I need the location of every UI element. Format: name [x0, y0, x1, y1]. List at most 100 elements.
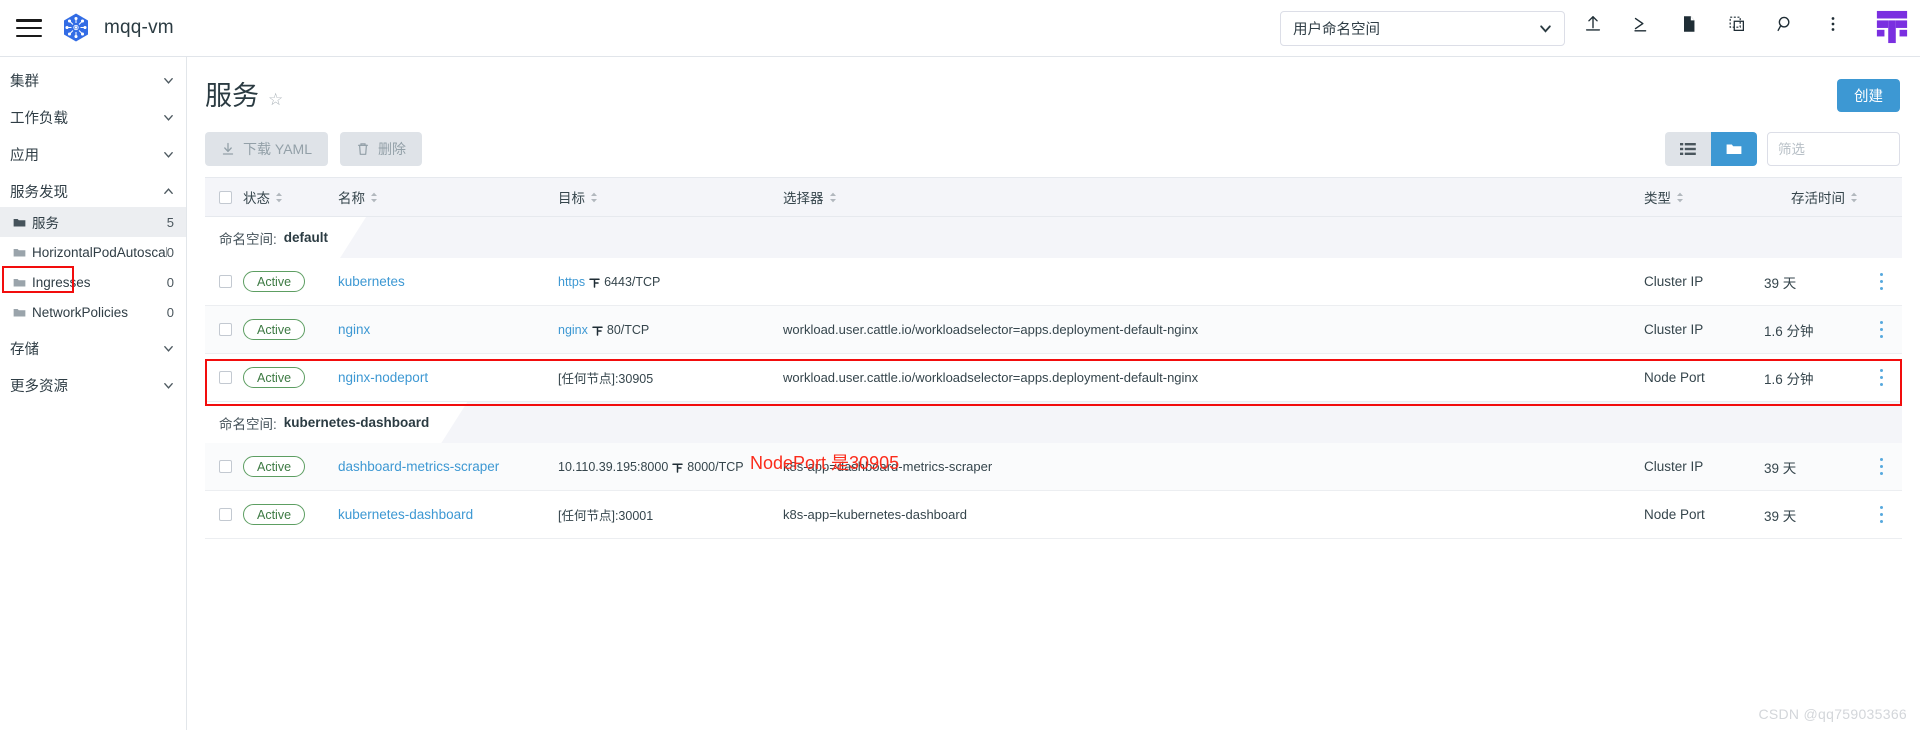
file-icon[interactable]	[1679, 13, 1699, 35]
services-table: 状态 名称 目标 选择器 类型 存活时间 命名空间: default Activ…	[205, 177, 1902, 539]
table-row[interactable]: Active dashboard-metrics-scraper 10.110.…	[205, 443, 1902, 491]
filter-input[interactable]	[1767, 132, 1900, 166]
sidebar-group-more-resources[interactable]: 更多资源	[0, 369, 186, 401]
row-checkbox-cell	[205, 508, 243, 521]
column-header-name[interactable]: 名称	[338, 187, 558, 207]
table-row[interactable]: Active nginx-nodeport [任何节点]:30905 workl…	[205, 354, 1902, 402]
name-cell: dashboard-metrics-scraper	[338, 459, 558, 474]
column-header-type[interactable]: 类型	[1644, 187, 1764, 207]
target-port: 8000/TCP	[687, 459, 744, 474]
column-header-label: 存活时间	[1791, 191, 1845, 206]
row-actions-cell	[1862, 369, 1902, 386]
sidebar-group-storage[interactable]: 存储	[0, 332, 186, 364]
terminal-icon[interactable]	[1631, 13, 1651, 35]
status-cell: Active	[243, 319, 338, 340]
kubernetes-logo	[64, 13, 88, 42]
sidebar-item-label: Ingresses	[32, 274, 91, 290]
row-kebab-icon[interactable]	[1880, 458, 1884, 475]
sidebar-item-ingresses[interactable]: Ingresses 0	[0, 267, 186, 297]
row-checkbox-cell	[205, 275, 243, 288]
type-cell: Cluster IP	[1644, 459, 1704, 474]
page-title: 服务 ☆	[205, 74, 283, 113]
port-icon	[672, 462, 684, 473]
copy-icon[interactable]	[1727, 13, 1747, 35]
folder-view-icon	[1726, 144, 1742, 154]
sidebar-item-label: NetworkPolicies	[32, 304, 129, 320]
chevron-down-icon	[1540, 25, 1551, 33]
kebab-menu-icon[interactable]	[1823, 13, 1843, 35]
row-checkbox[interactable]	[219, 323, 232, 336]
sidebar-item-horizontalpodautoscalers[interactable]: HorizontalPodAutoscalers 0	[0, 237, 186, 267]
row-checkbox[interactable]	[219, 508, 232, 521]
list-view-icon	[1680, 143, 1696, 155]
action-bar: 下载 YAML 删除	[205, 132, 422, 166]
row-kebab-icon[interactable]	[1880, 506, 1884, 523]
main-content: 服务 ☆ 创建 下载 YAML 删除 筛选 状态 名称 目标 选择器 类型 存活…	[187, 57, 1920, 730]
age-cell: 39 天	[1764, 508, 1797, 524]
sort-icon	[591, 192, 597, 202]
row-kebab-icon[interactable]	[1880, 321, 1884, 338]
target-protocol-link[interactable]: nginx	[558, 323, 588, 337]
sidebar-group-service-discovery[interactable]: 服务发现	[0, 175, 186, 207]
folder-icon	[13, 308, 26, 317]
service-name-link[interactable]: dashboard-metrics-scraper	[338, 459, 499, 474]
service-name-link[interactable]: nginx	[338, 322, 370, 337]
sort-icon	[1677, 192, 1683, 202]
status-cell: Active	[243, 504, 338, 525]
table-row[interactable]: Active nginx nginx 80/TCP workload.user.…	[205, 306, 1902, 354]
sidebar-group-workloads[interactable]: 工作负载	[0, 101, 186, 133]
search-icon[interactable]	[1775, 13, 1795, 35]
row-checkbox-cell	[205, 460, 243, 473]
table-row[interactable]: Active kubernetes-dashboard [任何节点]:30001…	[205, 491, 1902, 539]
namespace-select[interactable]: 用户命名空间	[1280, 11, 1565, 46]
age-cell: 39 天	[1764, 275, 1797, 291]
column-header-status[interactable]: 状态	[243, 187, 338, 207]
nodeport-annotation: NodePort 是30905	[750, 453, 900, 473]
sidebar-group-label: 工作负载	[10, 110, 68, 127]
view-toggle-list[interactable]	[1665, 132, 1711, 166]
row-kebab-icon[interactable]	[1880, 273, 1884, 290]
hamburger-icon[interactable]	[16, 19, 42, 37]
row-actions-cell	[1862, 506, 1902, 523]
sidebar-group-label: 应用	[10, 147, 39, 164]
sidebar-group-apps[interactable]: 应用	[0, 138, 186, 170]
sidebar-item-label: HorizontalPodAutoscalers	[32, 244, 167, 260]
row-checkbox[interactable]	[219, 275, 232, 288]
download-yaml-button[interactable]: 下载 YAML	[205, 132, 328, 166]
type-cell: Cluster IP	[1644, 322, 1704, 337]
row-checkbox[interactable]	[219, 371, 232, 384]
status-badge: Active	[243, 367, 306, 388]
create-button[interactable]: 创建	[1837, 79, 1900, 112]
column-header-age[interactable]: 存活时间	[1764, 187, 1862, 207]
port-icon	[592, 325, 603, 336]
column-header-label: 类型	[1644, 191, 1671, 206]
age-cell: 1.6 分钟	[1764, 323, 1814, 339]
target-address: 10.110.39.195:8000	[558, 459, 669, 474]
view-toggle-group[interactable]	[1711, 132, 1757, 166]
age-cell: 39 天	[1764, 460, 1797, 476]
rancher-logo	[1876, 10, 1908, 44]
star-icon[interactable]: ☆	[268, 90, 283, 110]
target-cell: [任何节点]:30001	[558, 505, 783, 524]
row-kebab-icon[interactable]	[1880, 369, 1884, 386]
row-checkbox[interactable]	[219, 460, 232, 473]
target-protocol-link[interactable]: https	[558, 275, 585, 289]
column-header-target[interactable]: 目标	[558, 187, 783, 207]
page-title-text: 服务	[205, 81, 259, 111]
upload-icon[interactable]	[1583, 13, 1603, 35]
selector-cell: k8s-app=kubernetes-dashboard	[783, 507, 967, 522]
select-all-checkbox[interactable]	[219, 190, 232, 204]
port-icon	[589, 277, 600, 288]
sidebar-group-cluster[interactable]: 集群	[0, 64, 186, 96]
delete-button[interactable]: 删除	[339, 132, 422, 166]
table-row[interactable]: Active kubernetes https 6443/TCP Cluster…	[205, 258, 1902, 306]
sidebar-item-services[interactable]: 服务 5	[0, 207, 186, 237]
name-cell: kubernetes-dashboard	[338, 507, 558, 522]
column-header-label: 状态	[243, 191, 270, 206]
column-header-selector[interactable]: 选择器	[783, 187, 1644, 207]
status-cell: Active	[243, 367, 338, 388]
service-name-link[interactable]: kubernetes	[338, 274, 405, 289]
sidebar-item-networkpolicies[interactable]: NetworkPolicies 0	[0, 297, 186, 327]
service-name-link[interactable]: nginx-nodeport	[338, 370, 428, 385]
service-name-link[interactable]: kubernetes-dashboard	[338, 507, 473, 522]
